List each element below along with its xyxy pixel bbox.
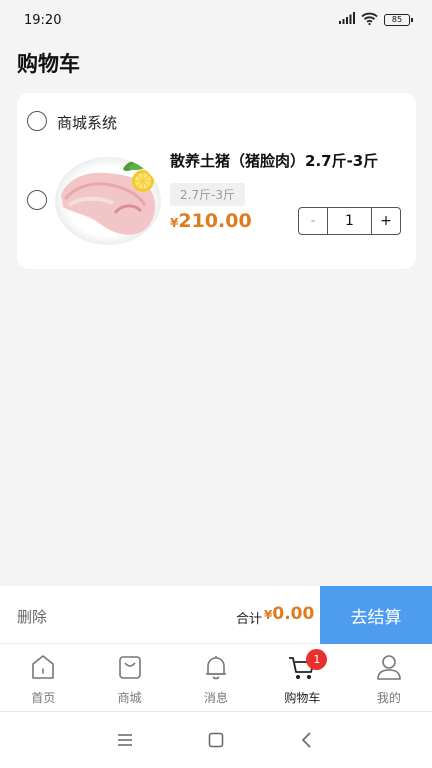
item-select-radio[interactable]	[27, 190, 47, 210]
tab-home-label: 首页	[31, 691, 56, 705]
tab-profile-label: 我的	[376, 691, 401, 705]
quantity-decrease-button[interactable]: -	[299, 208, 328, 234]
cart-badge: 1	[306, 649, 328, 670]
tab-cart[interactable]: 1 购物车	[259, 644, 345, 711]
product-price: ¥210.00	[170, 210, 252, 232]
checkout-bar: 删除 合计 ¥0.00 去结算	[0, 586, 432, 644]
product-spec-tag[interactable]: 2.7斤-3斤	[170, 183, 246, 206]
total-amount: 0.00	[272, 604, 315, 624]
home-square-icon[interactable]	[196, 732, 236, 748]
status-bar: 19:20 85	[0, 0, 432, 40]
signal-icon	[339, 12, 355, 28]
quantity-increase-button[interactable]: +	[371, 208, 400, 234]
quantity-value[interactable]: 1	[328, 208, 371, 234]
store-select-radio[interactable]	[27, 111, 47, 131]
page-title: 购物车	[17, 52, 80, 76]
tab-cart-label: 购物车	[284, 691, 321, 705]
system-nav-bar	[0, 712, 432, 768]
battery-icon: 85	[384, 14, 413, 26]
back-icon[interactable]	[287, 732, 327, 748]
tab-messages-label: 消息	[204, 691, 229, 705]
tab-home[interactable]: 首页	[0, 644, 86, 711]
user-icon	[375, 652, 403, 689]
product-image[interactable]	[55, 157, 161, 245]
wifi-icon	[361, 12, 378, 29]
quantity-stepper: - 1 +	[298, 207, 401, 235]
cart-store-card: 商城系统 散养土猪（猪脸肉）2.7斤-3斤 2.7斤-3斤 ¥210.00 - …	[17, 93, 416, 269]
total-price: ¥0.00	[264, 604, 314, 624]
product-name[interactable]: 散养土猪（猪脸肉）2.7斤-3斤	[170, 150, 378, 171]
delete-button[interactable]: 删除	[17, 606, 47, 627]
status-icons: 85	[339, 12, 413, 29]
product-price-amount: 210.00	[178, 210, 252, 232]
tab-mall-label: 商城	[117, 691, 142, 705]
home-icon	[29, 652, 57, 689]
total-label: 合计	[236, 612, 263, 627]
bottom-tab-bar: 首页 商城 消息 1 购物车 我的	[0, 644, 432, 712]
checkout-button[interactable]: 去结算	[320, 586, 432, 644]
shopping-bag-icon	[116, 652, 144, 689]
tab-profile[interactable]: 我的	[346, 644, 432, 711]
store-name: 商城系统	[57, 114, 118, 132]
tab-messages[interactable]: 消息	[173, 644, 259, 711]
bell-icon	[202, 652, 230, 689]
tab-mall[interactable]: 商城	[86, 644, 172, 711]
menu-icon[interactable]	[105, 733, 145, 747]
status-time: 19:20	[24, 12, 62, 28]
